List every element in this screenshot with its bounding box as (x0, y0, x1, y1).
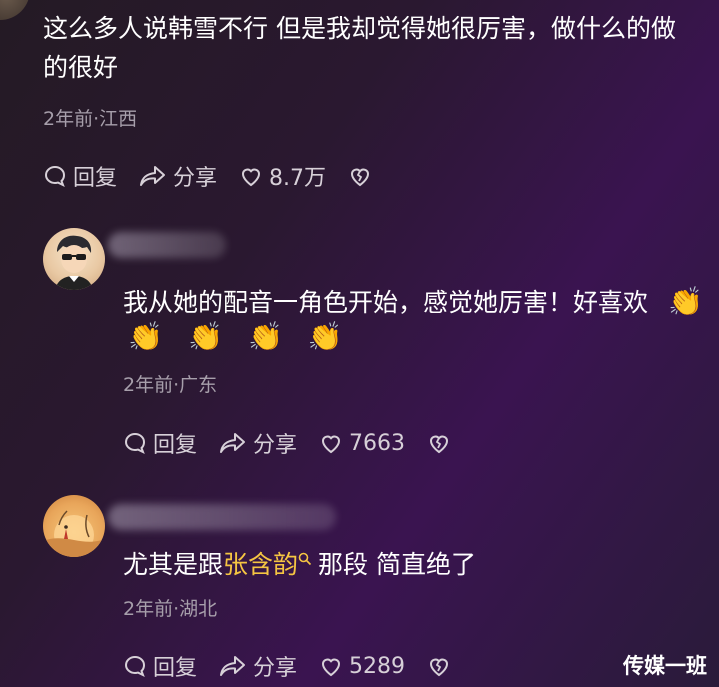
comment-3-prefix: 尤其是跟 (123, 550, 224, 579)
clap-emoji: 👏 (667, 285, 703, 318)
comment-2-username-blurred (108, 232, 226, 258)
comment-1-share-button[interactable]: 分享 (139, 160, 217, 192)
comment-2-actions: 回复 分享 7663 (123, 427, 479, 459)
comment-2-text: 我从她的配音一角色开始，感觉她厉害！好喜欢 👏 (123, 280, 713, 323)
comment-3-meta: 2年前·湖北 (123, 598, 218, 620)
reply-icon (125, 655, 145, 677)
reply-label: 回复 (153, 656, 198, 681)
comment-1-line-2: 的很好 (43, 52, 119, 82)
share-icon (140, 166, 166, 186)
clap-emoji: 👏 (307, 320, 343, 353)
clap-emoji: 👏 (187, 320, 223, 353)
heart-icon (322, 658, 341, 677)
reply-label: 回复 (153, 433, 198, 458)
comment-2-like-button[interactable]: 7663 (319, 431, 405, 456)
comment-2-reply-button[interactable]: 回复 (123, 427, 197, 459)
comment-3-share-button[interactable]: 分享 (219, 650, 297, 682)
like-count: 5289 (349, 653, 406, 679)
like-count: 8.7万 (269, 166, 327, 191)
heart-icon (242, 168, 261, 187)
avatar-sunset-illustration (43, 510, 105, 557)
clap-emoji: 👏 (128, 320, 163, 353)
comment-2-emoji-row: 👏 👏 👏 👏 (128, 320, 363, 353)
comment-2-avatar[interactable] (43, 228, 105, 290)
comment-3-username-blurred (108, 504, 336, 530)
broken-heart-icon (430, 435, 449, 454)
like-count: 7663 (349, 430, 406, 456)
comment-2-dislike-button[interactable] (427, 431, 457, 455)
comment-3-reply-button[interactable]: 回复 (123, 650, 197, 682)
comment-1-actions: 回复 分享 8.7万 (43, 160, 400, 192)
comment-3-dislike-button[interactable] (427, 654, 457, 678)
reply-icon (125, 432, 145, 454)
share-icon (220, 433, 246, 453)
search-icon[interactable] (298, 552, 312, 566)
comment-2-share-button[interactable]: 分享 (219, 427, 297, 459)
share-label: 分享 (173, 166, 218, 191)
share-icon (220, 656, 246, 676)
comment-1-reply-button[interactable]: 回复 (43, 160, 117, 192)
comment-2-body: 我从她的配音一角色开始，感觉她厉害！好喜欢 (123, 288, 649, 317)
comment-3-like-button[interactable]: 5289 (319, 654, 405, 679)
avatar-boy-illustration (55, 235, 93, 290)
comment-1-meta: 2年前·江西 (43, 108, 138, 130)
share-label: 分享 (253, 656, 298, 681)
broken-heart-icon (351, 168, 370, 187)
comment-1-line-1: 这么多人说韩雪不行 但是我却觉得她很厉害，做什么的做 (43, 14, 676, 43)
avatar-top[interactable] (0, 0, 30, 20)
share-label: 分享 (253, 433, 298, 458)
heart-icon (322, 435, 341, 454)
comment-3-text: 尤其是跟张含韵 那段 简直绝了 (123, 546, 713, 585)
comment-1-dislike-button[interactable] (348, 164, 378, 188)
watermark: 传媒一班 (623, 654, 707, 678)
reply-label: 回复 (73, 166, 118, 191)
comment-1-like-button[interactable]: 8.7万 (239, 160, 326, 192)
broken-heart-icon (430, 658, 449, 677)
search-highlight-link[interactable]: 张含韵 (223, 550, 298, 579)
comment-3-suffix: 那段 简直绝了 (318, 550, 476, 579)
reply-icon (45, 165, 65, 187)
clap-emoji: 👏 (247, 320, 283, 353)
comment-1-text: 这么多人说韩雪不行 但是我却觉得她很厉害，做什么的做 的很好 (43, 10, 703, 88)
comment-3-actions: 回复 分享 5289 (123, 650, 479, 682)
comment-2-meta: 2年前·广东 (123, 374, 218, 396)
comment-3-avatar[interactable] (43, 495, 105, 557)
